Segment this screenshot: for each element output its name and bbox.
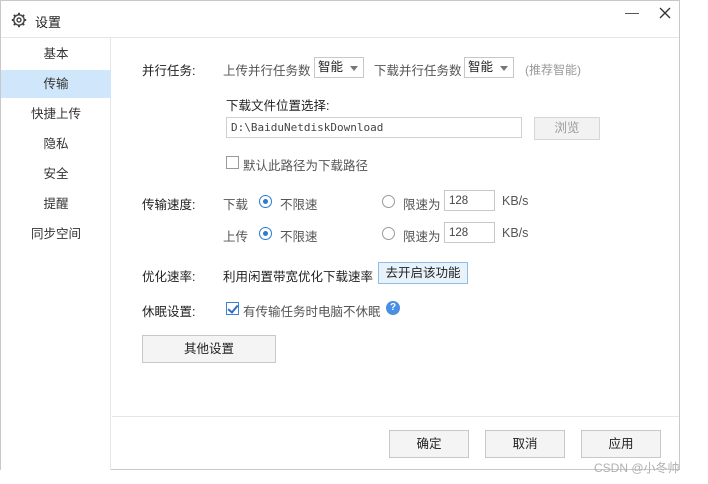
upload-parallel-label: 上传并行任务数 [223,64,311,78]
download-path-input[interactable] [226,117,522,138]
gear-icon [11,12,27,28]
parallel-hint: (推荐智能) [525,63,581,77]
browse-button[interactable]: 浏览 [534,117,600,140]
optimize-speed-label: 优化速率: [142,270,196,284]
settings-sidebar: 基本 传输 快捷上传 隐私 安全 提醒 同步空间 [1,38,111,470]
close-icon[interactable] [657,5,673,21]
transfer-speed-label: 传输速度: [142,198,196,212]
prevent-sleep-label: 有传输任务时电脑不休眠 [243,305,381,319]
download-speed-label: 下载 [223,198,249,212]
sidebar-item-basic[interactable]: 基本 [1,40,111,68]
optimize-description: 利用闲置带宽优化下载速率 [223,270,374,284]
download-limit-input[interactable] [444,190,495,211]
apply-button[interactable]: 应用 [581,430,661,458]
settings-window: 设置 基本 传输 快捷上传 隐私 安全 提醒 同步空间 并行任务: 上传并行任务… [0,0,680,470]
download-unlimited-radio[interactable] [259,195,272,208]
download-limit-radio[interactable] [382,195,395,208]
upload-limit-label: 限速为 [403,230,441,244]
download-limit-label: 限速为 [403,198,441,212]
upload-limit-radio[interactable] [382,227,395,240]
default-path-checkbox[interactable] [226,156,239,169]
sidebar-item-sync-space[interactable]: 同步空间 [1,220,111,248]
enable-optimize-button[interactable]: 去开启该功能 [378,262,468,284]
upload-unlimited-radio[interactable] [259,227,272,240]
upload-limit-unit: KB/s [502,226,529,240]
question-icon[interactable]: ? [386,301,400,315]
watermark: CSDN @小冬帅 [594,461,680,475]
background-strip [681,0,708,484]
ok-button[interactable]: 确定 [389,430,469,458]
parallel-tasks-label: 并行任务: [142,64,196,78]
title-bar: 设置 [1,1,679,38]
upload-speed-label: 上传 [223,230,249,244]
sidebar-item-reminder[interactable]: 提醒 [1,190,111,218]
download-parallel-select[interactable]: 智能 [464,57,514,78]
upload-parallel-select[interactable]: 智能 [314,57,364,78]
chevron-down-icon [500,66,508,71]
sidebar-item-transfer[interactable]: 传输 [1,70,111,98]
settings-content: 并行任务: 上传并行任务数 智能 下载并行任务数 智能 (推荐智能) 下载文件位… [112,38,679,471]
sidebar-item-privacy[interactable]: 隐私 [1,130,111,158]
cancel-button[interactable]: 取消 [485,430,565,458]
sleep-settings-label: 休眠设置: [142,305,196,319]
other-settings-button[interactable]: 其他设置 [142,335,276,363]
sidebar-item-quick-upload[interactable]: 快捷上传 [1,100,111,128]
minimize-icon[interactable] [625,13,639,14]
default-path-label: 默认此路径为下载路径 [243,159,369,173]
upload-parallel-value: 智能 [318,60,344,74]
download-parallel-label: 下载并行任务数 [374,64,462,78]
sidebar-item-security[interactable]: 安全 [1,160,111,188]
download-parallel-value: 智能 [468,60,494,74]
prevent-sleep-checkbox[interactable] [226,302,239,315]
download-location-label: 下载文件位置选择: [226,99,330,113]
upload-unlimited-label: 不限速 [280,230,318,244]
window-title: 设置 [35,15,62,30]
download-limit-unit: KB/s [502,194,529,208]
footer-divider [112,416,679,417]
chevron-down-icon [350,66,358,71]
download-unlimited-label: 不限速 [280,198,318,212]
upload-limit-input[interactable] [444,222,495,243]
